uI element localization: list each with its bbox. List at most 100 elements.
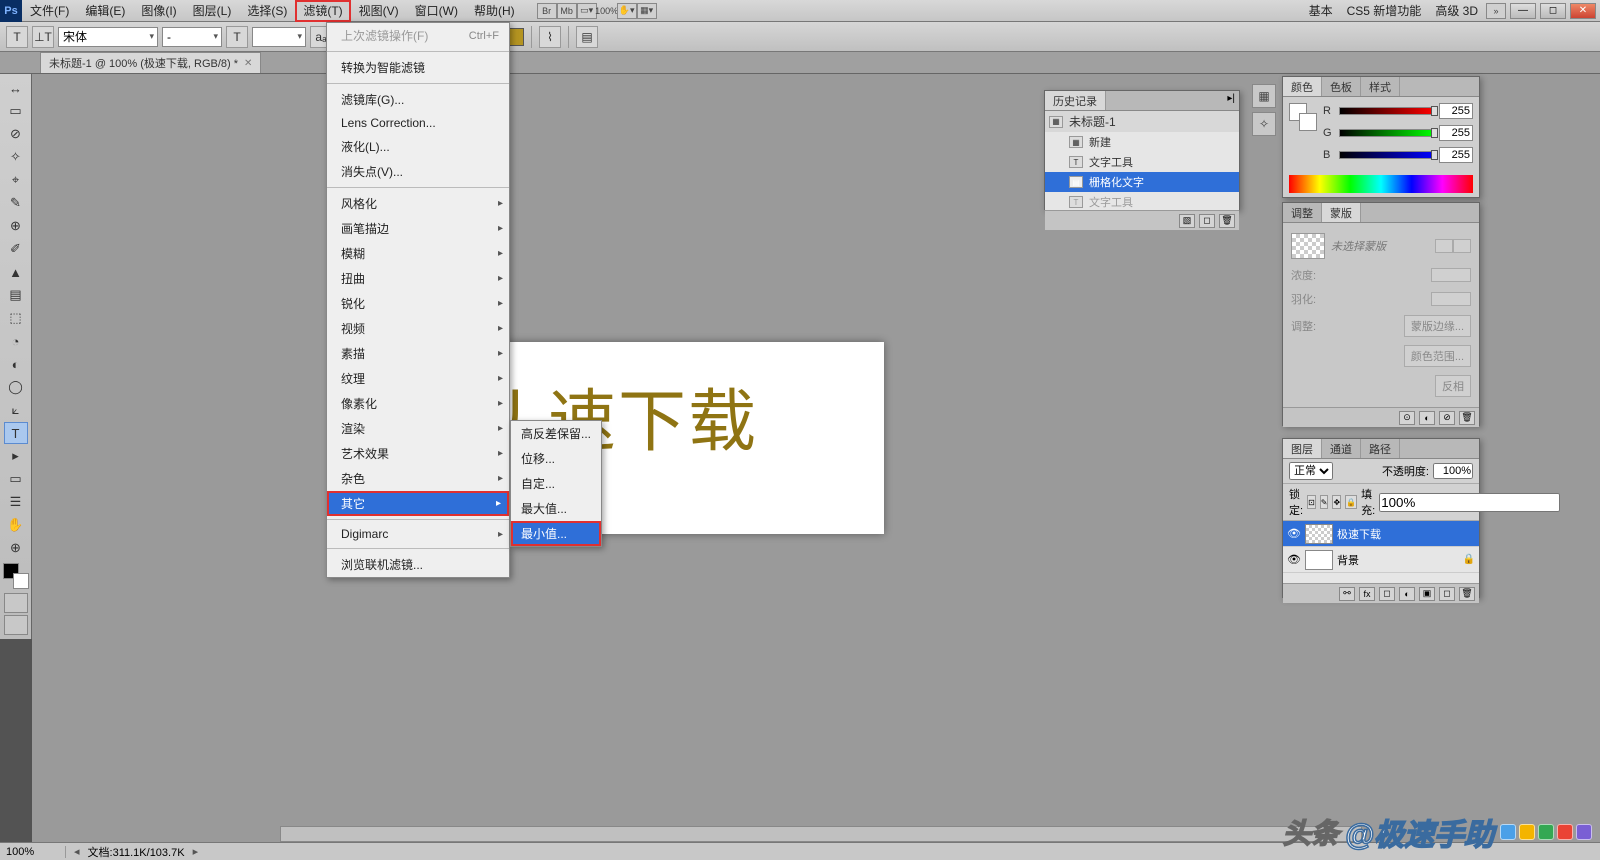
filter-vanishing-point[interactable]: 消失点(V)... bbox=[327, 159, 509, 184]
filter-other[interactable]: 其它 bbox=[327, 491, 509, 516]
menu-view[interactable]: 视图(V) bbox=[351, 0, 407, 22]
type-tool[interactable]: T bbox=[4, 422, 28, 444]
filter-noise[interactable]: 杂色 bbox=[327, 466, 509, 491]
filter-video[interactable]: 视频 bbox=[327, 316, 509, 341]
layers-tab[interactable]: 图层 bbox=[1283, 439, 1322, 458]
opacity-input[interactable] bbox=[1433, 463, 1473, 479]
workspace-3d[interactable]: 高级 3D bbox=[1429, 2, 1484, 19]
history-entry[interactable]: T文字工具 bbox=[1045, 152, 1239, 172]
filter-artistic[interactable]: 艺术效果 bbox=[327, 441, 509, 466]
crop-tool[interactable]: ⌖ bbox=[4, 169, 28, 191]
adjustments-tab[interactable]: 调整 bbox=[1283, 203, 1322, 222]
color-tab[interactable]: 颜色 bbox=[1283, 77, 1322, 96]
document-tab[interactable]: 未标题-1 @ 100% (极速下载, RGB/8) * ✕ bbox=[40, 52, 261, 73]
swatches-tab[interactable]: 色板 bbox=[1322, 77, 1361, 96]
blend-mode-select[interactable]: 正常 bbox=[1289, 462, 1333, 480]
quick-select-tool[interactable]: ✧ bbox=[4, 146, 28, 168]
panel-menu-icon[interactable]: ▸| bbox=[1223, 91, 1239, 110]
invert-button[interactable]: 反相 bbox=[1435, 375, 1471, 397]
3d-tool[interactable]: ☰ bbox=[4, 491, 28, 513]
layer-row[interactable]: 👁背景🔒 bbox=[1283, 547, 1479, 573]
masks-tab[interactable]: 蒙版 bbox=[1322, 203, 1361, 222]
mask-footer-icon-3[interactable]: ⊘ bbox=[1439, 411, 1455, 425]
font-size-select[interactable] bbox=[252, 27, 306, 47]
filter-sharpen[interactable]: 锐化 bbox=[327, 291, 509, 316]
menu-select[interactable]: 选择(S) bbox=[239, 0, 295, 22]
clone-stamp-tool[interactable]: ▲ bbox=[4, 261, 28, 283]
workspace-cs5-new[interactable]: CS5 新增功能 bbox=[1341, 2, 1428, 19]
color-spectrum[interactable] bbox=[1289, 175, 1473, 193]
screen-mode-icon[interactable]: ▭▾ bbox=[577, 3, 597, 19]
font-family-select[interactable]: 宋体 bbox=[58, 27, 158, 47]
delete-state-icon[interactable]: 🗑 bbox=[1219, 214, 1235, 228]
pen-tool[interactable]: ⟀ bbox=[4, 399, 28, 421]
brush-tool[interactable]: ✐ bbox=[4, 238, 28, 260]
status-zoom[interactable]: 100% bbox=[6, 846, 66, 858]
color-range-button[interactable]: 颜色范围... bbox=[1404, 345, 1471, 367]
other-maximum[interactable]: 最大值... bbox=[511, 496, 601, 521]
paths-tab[interactable]: 路径 bbox=[1361, 439, 1400, 458]
hand-icon[interactable]: ✋▾ bbox=[617, 3, 637, 19]
filter-render[interactable]: 渲染 bbox=[327, 416, 509, 441]
pixel-mask-icon[interactable] bbox=[1435, 239, 1453, 253]
filter-browse-online[interactable]: 浏览联机滤镜... bbox=[327, 552, 509, 577]
lasso-tool[interactable]: ⊘ bbox=[4, 123, 28, 145]
lock-all-icon[interactable]: 🔒 bbox=[1345, 495, 1357, 509]
zoom-tool[interactable]: ⊕ bbox=[4, 537, 28, 559]
visibility-icon[interactable]: 👁 bbox=[1287, 527, 1301, 540]
move-tool[interactable]: ↔ bbox=[4, 77, 28, 99]
menu-help[interactable]: 帮助(H) bbox=[466, 0, 523, 22]
healing-brush-tool[interactable]: ⊕ bbox=[4, 215, 28, 237]
vector-mask-icon[interactable] bbox=[1453, 239, 1471, 253]
history-snapshot[interactable]: ▦ 未标题-1 bbox=[1045, 111, 1239, 132]
color-input-G[interactable] bbox=[1439, 125, 1473, 141]
filter-digimarc[interactable]: Digimarc bbox=[327, 523, 509, 545]
filter-distort[interactable]: 扭曲 bbox=[327, 266, 509, 291]
status-info-menu-icon[interactable]: ▸ bbox=[193, 845, 199, 858]
other-minimum[interactable]: 最小值... bbox=[511, 521, 601, 546]
bridge-icon[interactable]: Br bbox=[537, 3, 557, 19]
color-input-B[interactable] bbox=[1439, 147, 1473, 163]
eraser-tool[interactable]: ⬚ bbox=[4, 307, 28, 329]
status-arrow-icon[interactable]: ◂ bbox=[74, 845, 80, 858]
blur-tool[interactable]: ◐ bbox=[4, 353, 28, 375]
lock-pixels-icon[interactable]: ✎ bbox=[1320, 495, 1329, 509]
zoom-display[interactable]: 100% bbox=[597, 3, 617, 19]
menu-window[interactable]: 窗口(W) bbox=[407, 0, 466, 22]
color-swatches[interactable] bbox=[3, 563, 29, 589]
other-high-pass[interactable]: 高反差保留... bbox=[511, 421, 601, 446]
marquee-tool[interactable]: ▭ bbox=[4, 100, 28, 122]
filter-brush-strokes[interactable]: 画笔描边 bbox=[327, 216, 509, 241]
arrange-icon[interactable]: ▦▾ bbox=[637, 3, 657, 19]
history-tab[interactable]: 历史记录 bbox=[1045, 91, 1106, 110]
channels-tab[interactable]: 通道 bbox=[1322, 439, 1361, 458]
other-offset[interactable]: 位移... bbox=[511, 446, 601, 471]
window-maximize[interactable]: ◻ bbox=[1540, 3, 1566, 19]
filter-stylize[interactable]: 风格化 bbox=[327, 191, 509, 216]
window-minimize[interactable]: — bbox=[1510, 3, 1536, 19]
layer-style-icon[interactable]: fx bbox=[1359, 587, 1375, 601]
filter-convert-smart[interactable]: 转换为智能滤镜 bbox=[327, 55, 509, 80]
color-slider-B[interactable] bbox=[1339, 151, 1435, 159]
close-tab-icon[interactable]: ✕ bbox=[244, 58, 252, 69]
warp-text-icon[interactable]: ⌇ bbox=[539, 26, 561, 48]
layer-mask-icon[interactable]: ◻ bbox=[1379, 587, 1395, 601]
lock-transparency-icon[interactable]: ⊡ bbox=[1307, 495, 1316, 509]
filter-texture[interactable]: 纹理 bbox=[327, 366, 509, 391]
gradient-tool[interactable]: ◔ bbox=[4, 330, 28, 352]
group-icon[interactable]: ▣ bbox=[1419, 587, 1435, 601]
color-slider-R[interactable] bbox=[1339, 107, 1435, 115]
link-layers-icon[interactable]: ⚯ bbox=[1339, 587, 1355, 601]
tool-preset-type-icon[interactable]: T bbox=[6, 26, 28, 48]
window-close[interactable]: ✕ bbox=[1570, 3, 1596, 19]
shape-tool[interactable]: ▭ bbox=[4, 468, 28, 490]
history-brush-tool[interactable]: ▤ bbox=[4, 284, 28, 306]
horizontal-scrollbar[interactable] bbox=[280, 826, 1362, 842]
menu-layer[interactable]: 图层(L) bbox=[185, 0, 240, 22]
filter-sketch[interactable]: 素描 bbox=[327, 341, 509, 366]
mask-delete-icon[interactable]: 🗑 bbox=[1459, 411, 1475, 425]
workspace-more-icon[interactable]: » bbox=[1486, 3, 1506, 19]
filter-lens-correction[interactable]: Lens Correction... bbox=[327, 112, 509, 134]
color-slider-G[interactable] bbox=[1339, 129, 1435, 137]
styles-tab[interactable]: 样式 bbox=[1361, 77, 1400, 96]
